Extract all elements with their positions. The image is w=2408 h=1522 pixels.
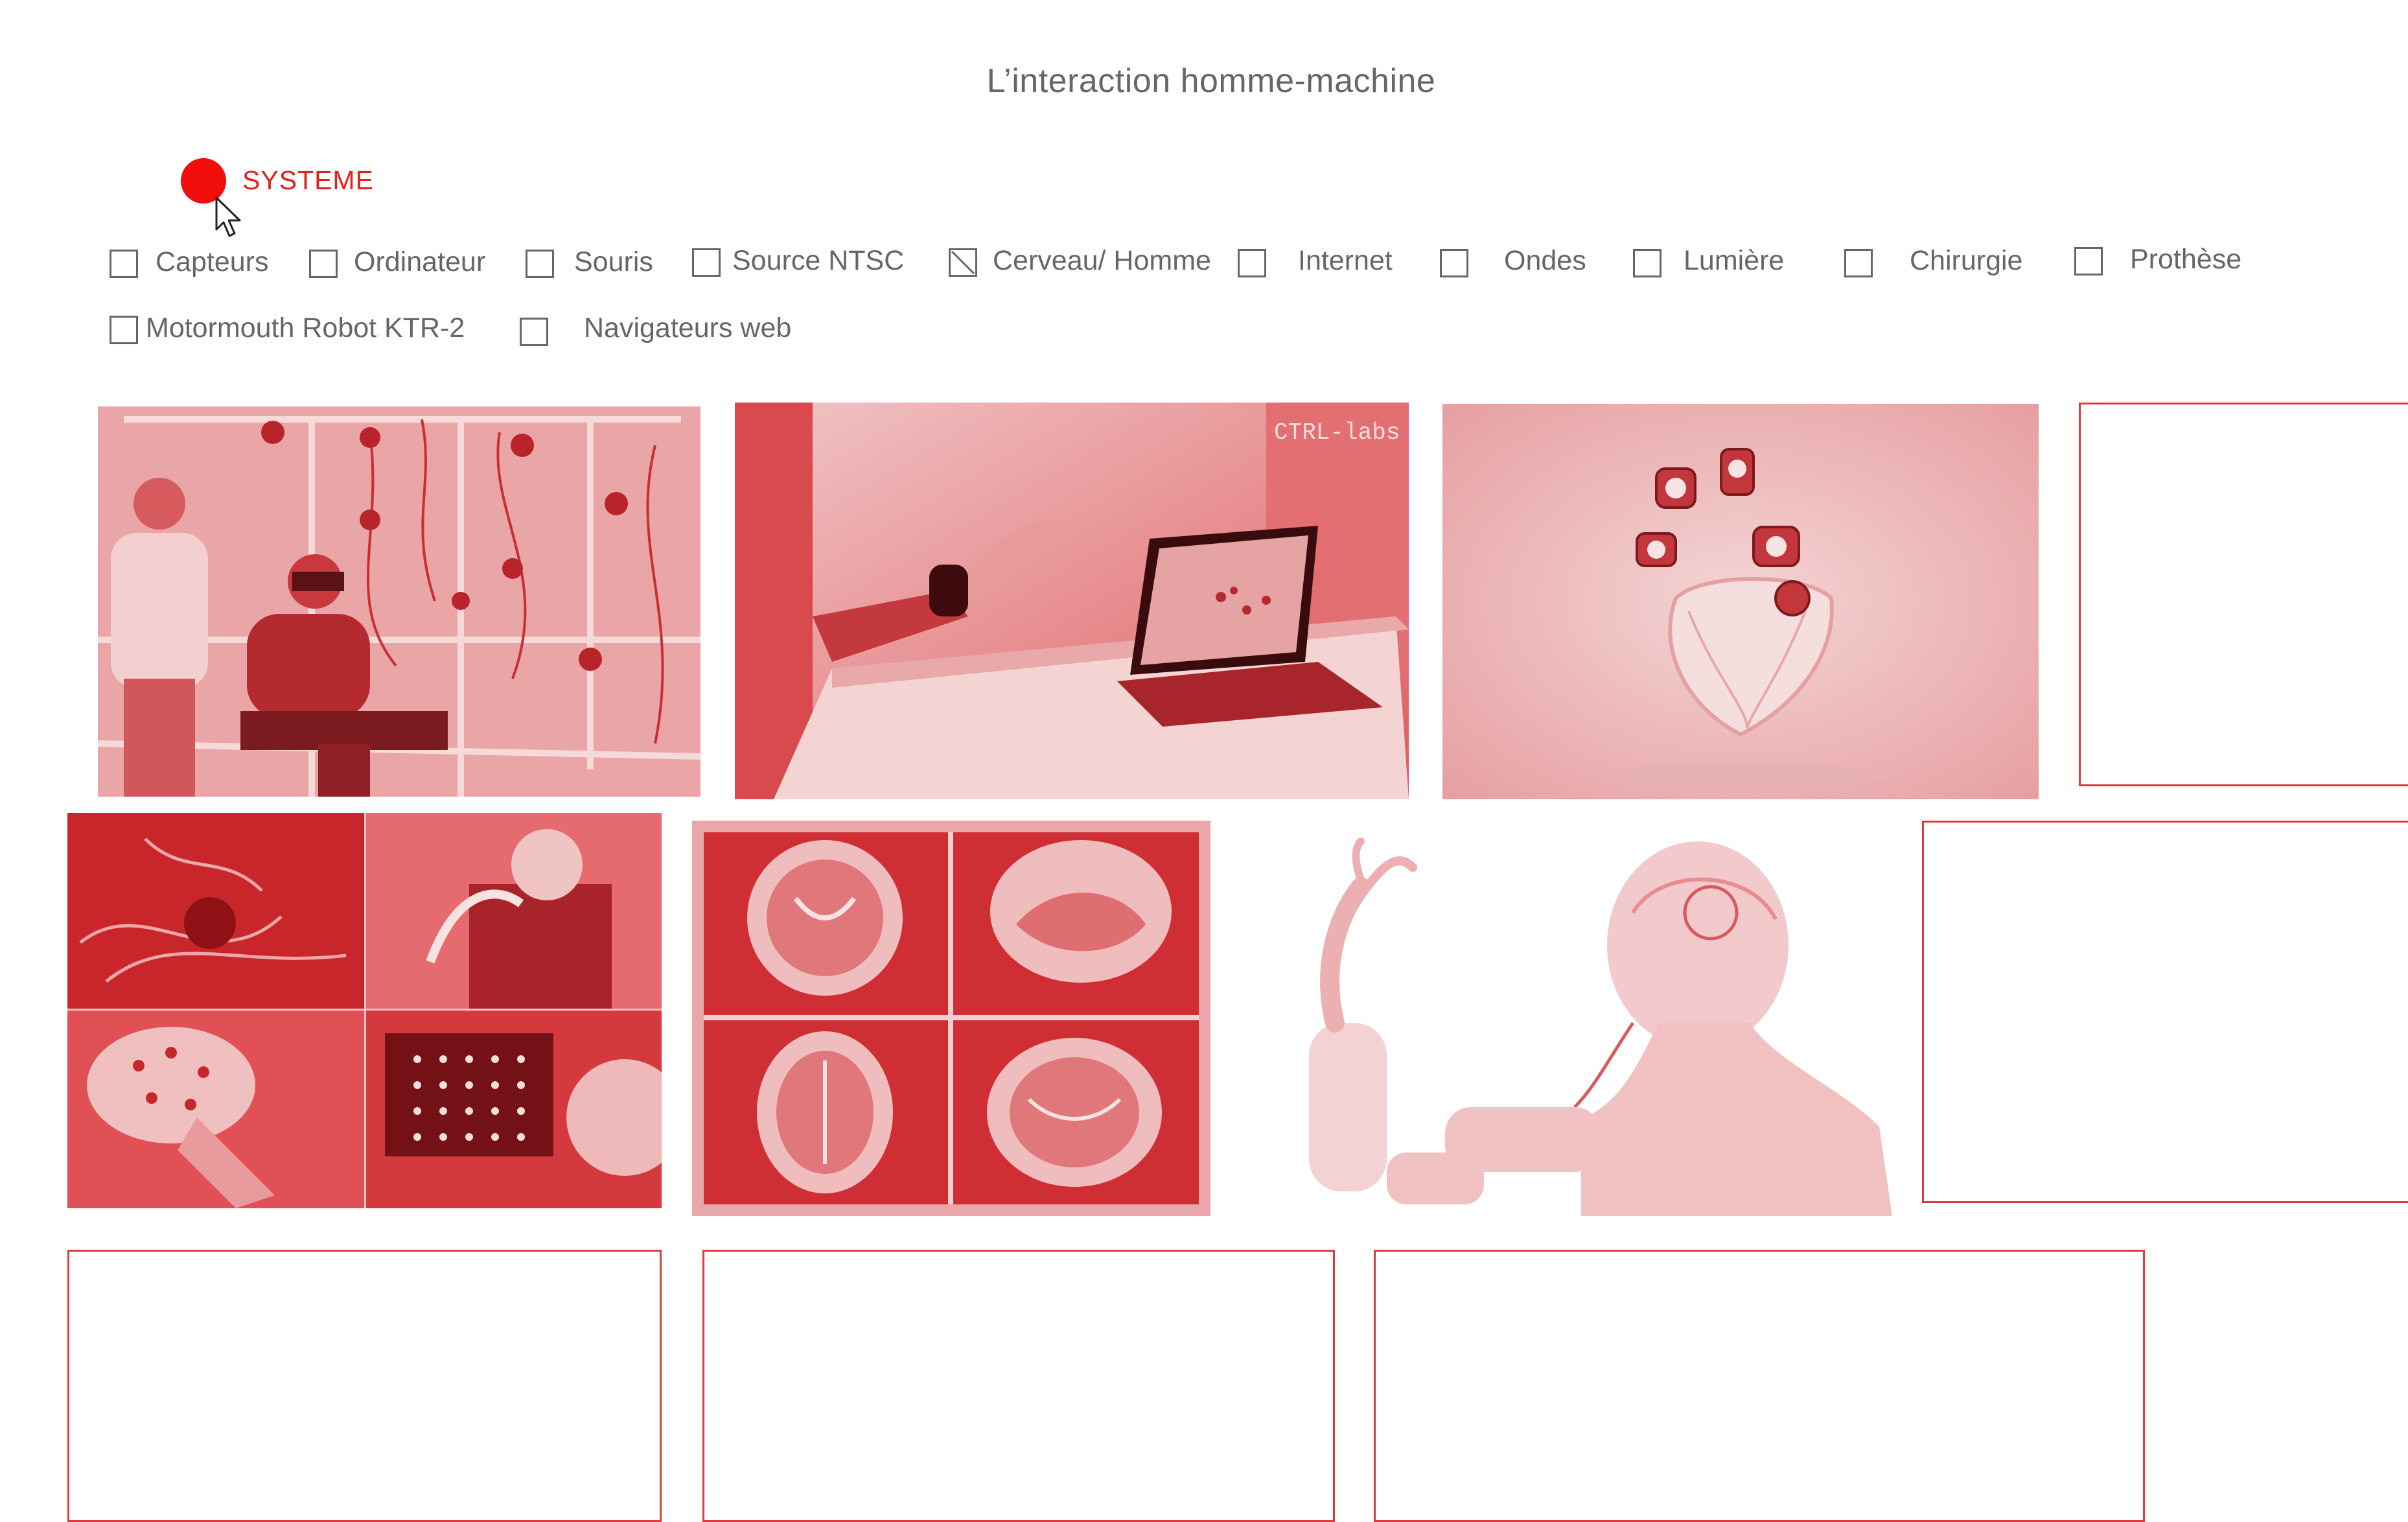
checkbox-source-ntsc[interactable] [692,248,721,277]
filter-label-navigateurs-web[interactable]: Navigateurs web [584,312,791,344]
filter-label-lumiere[interactable]: Lumière [1684,245,1784,277]
checkbox-ondes[interactable] [1440,249,1468,277]
mouse-pointer-icon [214,196,245,239]
filter-label-prothese[interactable]: Prothèse [2130,244,2241,275]
filter-label-ordinateur[interactable]: Ordinateur [354,246,485,278]
empty-image-slot [2079,403,2408,786]
filter-label-souris[interactable]: Souris [574,246,653,278]
brain-mri-scans-photo[interactable] [692,821,1210,1216]
empty-image-slot [67,1250,662,1522]
checkbox-navigateurs-web[interactable] [520,318,548,346]
filter-label-capteurs[interactable]: Capteurs [156,246,268,278]
checkbox-chirurgie[interactable] [1844,249,1873,277]
system-label: SYSTEME [242,165,374,195]
checkbox-motormouth-robot[interactable] [110,316,138,344]
filter-label-chirurgie[interactable]: Chirurgie [1910,245,2022,277]
filter-label-motormouth-robot[interactable]: Motormouth Robot KTR-2 [146,312,465,344]
vr-motion-capture-photo[interactable] [98,406,700,797]
checkbox-lumiere[interactable] [1633,249,1661,277]
checkbox-capteurs[interactable] [110,250,138,278]
ctrl-labs-sign: CTRL-labs [1274,419,1400,446]
filter-label-source-ntsc[interactable]: Source NTSC [732,245,904,277]
checkbox-souris[interactable] [526,250,554,278]
page-title: L’interaction homme-machine [986,62,1436,100]
empty-image-slot [1374,1250,2145,1522]
ctrl-labs-wristband-photo[interactable]: CTRL-labs [735,403,1409,799]
empty-image-slot [1922,821,2408,1203]
checkbox-prothese[interactable] [2074,247,2103,275]
empty-image-slot [702,1250,1335,1522]
checkbox-internet[interactable] [1238,249,1266,277]
bci-collage-photo[interactable] [67,813,662,1208]
checkbox-ordinateur[interactable] [309,250,338,278]
artificial-heart-photo[interactable] [1442,404,2039,799]
filter-label-internet[interactable]: Internet [1298,245,1393,277]
checkbox-cerveau-homme[interactable] [949,248,977,277]
prosthetic-arm-illustration[interactable] [1296,828,1892,1216]
filter-label-ondes[interactable]: Ondes [1504,245,1586,277]
filter-label-cerveau-homme[interactable]: Cerveau/ Homme [993,245,1211,277]
checkmark-slash-icon [951,250,975,275]
